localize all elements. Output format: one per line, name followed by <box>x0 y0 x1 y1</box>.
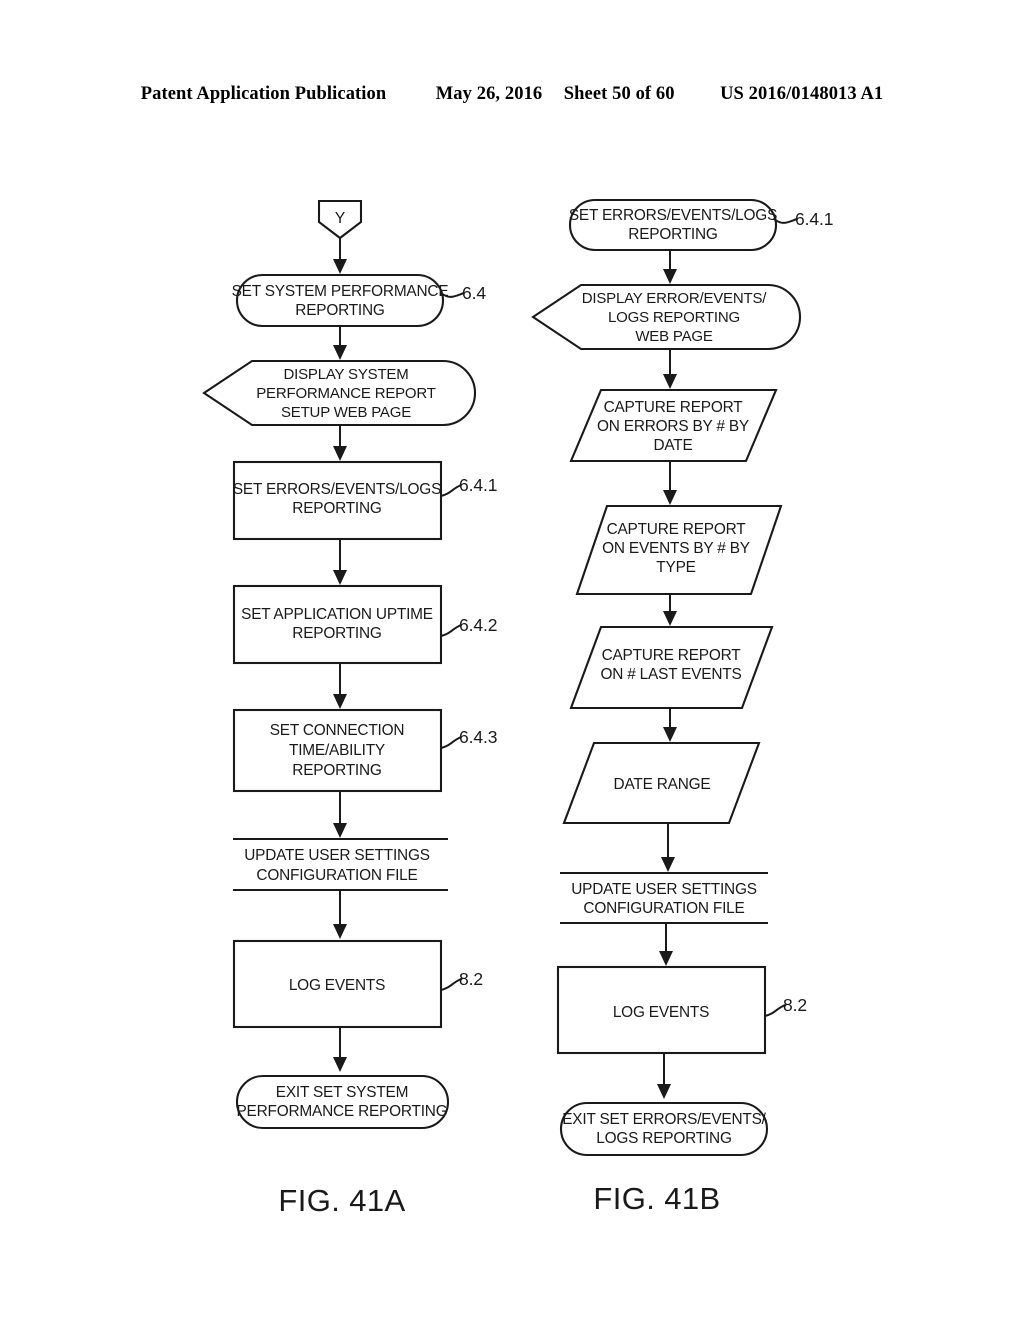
node-b-update-settings-label-0: UPDATE USER SETTINGS <box>571 881 757 898</box>
flow-arrow-b-4 <box>663 594 677 626</box>
node-a-display-sys-perf-label-1: PERFORMANCE REPORT <box>256 385 436 402</box>
node-b-capture-errors-label-1: ON ERRORS BY # BY <box>597 418 749 435</box>
node-b-capture-events-label-1: ON EVENTS BY # BY <box>602 540 750 557</box>
node-a-set-errors-label-1: REPORTING <box>292 500 381 517</box>
node-a-log-events: LOG EVENTS <box>232 939 443 1029</box>
node-a-set-connection-label-1: TIME/ABILITY <box>289 742 385 759</box>
node-b-date-range-label-0: DATE RANGE <box>614 776 711 793</box>
flow-arrow-b-7 <box>659 923 673 966</box>
flow-arrow-a-6 <box>333 791 347 838</box>
node-b-capture-errors: CAPTURE REPORT ON ERRORS BY # BY DATE <box>569 388 778 463</box>
node-a-set-connection-label-0: SET CONNECTION <box>270 722 405 739</box>
node-b-capture-events-label-2: TYPE <box>656 559 695 576</box>
ref-label-a-6-4-2: 6.4.2 <box>459 615 497 635</box>
flow-arrow-a-4 <box>333 539 347 585</box>
flow-arrow-b-1 <box>663 250 677 284</box>
node-a-display-sys-perf-label-2: SETUP WEB PAGE <box>281 404 411 421</box>
patent-figure-canvas: Y SET SYSTEM PERFORMANCE REPORTING 6.4 D… <box>0 0 1024 1320</box>
node-a-display-sys-perf: DISPLAY SYSTEM PERFORMANCE REPORT SETUP … <box>202 359 477 427</box>
ref-label-a-6-4-3: 6.4.3 <box>459 727 497 747</box>
node-b-display-errors-label-2: WEB PAGE <box>635 328 712 345</box>
flow-arrow-a-5 <box>333 663 347 709</box>
node-a-set-sys-perf: SET SYSTEM PERFORMANCE REPORTING <box>232 273 449 328</box>
node-b-capture-last: CAPTURE REPORT ON # LAST EVENTS <box>569 625 774 710</box>
node-a-exit-label-1: PERFORMANCE REPORTING <box>236 1103 447 1120</box>
node-b-exit-label-1: LOGS REPORTING <box>596 1130 731 1147</box>
ref-callout-a-6-4-2: 6.4.2 <box>440 615 498 637</box>
flow-arrow-a-1 <box>333 238 347 274</box>
flow-arrow-b-6 <box>661 823 675 872</box>
node-a-exit: EXIT SET SYSTEM PERFORMANCE REPORTING <box>235 1074 450 1130</box>
node-a-connector-label-0: Y <box>335 210 345 227</box>
flow-arrow-a-2 <box>333 326 347 360</box>
node-a-exit-label-0: EXIT SET SYSTEM <box>276 1084 408 1101</box>
node-a-set-errors-label-0: SET ERRORS/EVENTS/LOGS <box>233 481 441 498</box>
node-b-capture-last-label-1: ON # LAST EVENTS <box>600 666 741 683</box>
node-a-update-settings: UPDATE USER SETTINGS CONFIGURATION FILE <box>233 837 448 892</box>
node-a-update-settings-label-0: UPDATE USER SETTINGS <box>244 847 430 864</box>
flow-arrow-a-3 <box>333 425 347 461</box>
flow-arrow-a-8 <box>333 1027 347 1072</box>
node-a-set-app-uptime: SET APPLICATION UPTIME REPORTING <box>232 584 443 665</box>
node-b-update-settings: UPDATE USER SETTINGS CONFIGURATION FILE <box>560 871 768 925</box>
ref-label-a-8-2: 8.2 <box>459 969 483 989</box>
node-b-log-events-label-0: LOG EVENTS <box>613 1004 709 1021</box>
node-b-capture-events: CAPTURE REPORT ON EVENTS BY # BY TYPE <box>575 504 783 596</box>
node-b-capture-last-label-0: CAPTURE REPORT <box>602 647 742 664</box>
node-b-capture-errors-label-2: DATE <box>653 437 692 454</box>
node-b-set-errors: SET ERRORS/EVENTS/LOGS REPORTING <box>569 198 777 252</box>
flow-arrow-b-2 <box>663 349 677 389</box>
ref-label-a-6-4-1: 6.4.1 <box>459 475 497 495</box>
node-a-connector: Y <box>317 199 363 240</box>
node-b-capture-events-label-0: CAPTURE REPORT <box>607 521 747 538</box>
node-b-date-range: DATE RANGE <box>562 741 761 825</box>
flow-arrow-b-3 <box>663 461 677 505</box>
node-a-set-app-uptime-label-0: SET APPLICATION UPTIME <box>241 606 433 623</box>
node-a-set-app-uptime-label-1: REPORTING <box>292 625 381 642</box>
node-a-log-events-label-0: LOG EVENTS <box>289 977 385 994</box>
figure-41a-group: Y SET SYSTEM PERFORMANCE REPORTING 6.4 D… <box>202 199 498 1218</box>
node-b-update-settings-label-1: CONFIGURATION FILE <box>583 900 744 917</box>
ref-label-a-6-4: 6.4 <box>462 283 486 303</box>
flow-arrow-b-5 <box>663 708 677 742</box>
node-b-display-errors: DISPLAY ERROR/EVENTS/ LOGS REPORTING WEB… <box>531 283 802 351</box>
flow-arrow-a-7 <box>333 890 347 939</box>
ref-callout-a-6-4-3: 6.4.3 <box>440 727 498 749</box>
node-b-exit: EXIT SET ERRORS/EVENTS/ LOGS REPORTING <box>559 1101 769 1157</box>
ref-callout-b-6-4-1: 6.4.1 <box>773 209 834 229</box>
figure-41a-caption: FIG. 41A <box>278 1183 405 1218</box>
node-a-set-errors: SET ERRORS/EVENTS/LOGS REPORTING <box>233 460 443 541</box>
node-b-set-errors-label-1: REPORTING <box>628 226 717 243</box>
node-b-set-errors-label-0: SET ERRORS/EVENTS/LOGS <box>569 207 777 224</box>
ref-callout-a-8-2: 8.2 <box>440 969 483 991</box>
ref-label-b-6-4-1: 6.4.1 <box>795 209 833 229</box>
node-a-display-sys-perf-label-0: DISPLAY SYSTEM <box>283 366 408 383</box>
node-a-set-sys-perf-label-1: REPORTING <box>295 302 384 319</box>
node-a-set-connection-label-2: REPORTING <box>292 762 381 779</box>
figure-41b-group: SET ERRORS/EVENTS/LOGS REPORTING 6.4.1 D… <box>531 198 834 1216</box>
node-b-display-errors-label-0: DISPLAY ERROR/EVENTS/ <box>582 290 767 307</box>
node-a-update-settings-label-1: CONFIGURATION FILE <box>256 867 417 884</box>
node-b-log-events: LOG EVENTS <box>556 965 767 1055</box>
node-b-exit-label-0: EXIT SET ERRORS/EVENTS/ <box>562 1111 766 1128</box>
flow-arrow-b-8 <box>657 1053 671 1099</box>
node-a-set-connection: SET CONNECTION TIME/ABILITY REPORTING <box>232 708 443 793</box>
node-b-capture-errors-label-0: CAPTURE REPORT <box>604 399 744 416</box>
ref-label-b-8-2: 8.2 <box>783 995 807 1015</box>
ref-callout-b-8-2: 8.2 <box>764 995 807 1017</box>
node-b-display-errors-label-1: LOGS REPORTING <box>608 309 740 326</box>
ref-callout-a-6-4-1: 6.4.1 <box>440 475 498 497</box>
node-a-set-sys-perf-label-0: SET SYSTEM PERFORMANCE <box>232 283 449 300</box>
figure-41b-caption: FIG. 41B <box>593 1181 720 1216</box>
